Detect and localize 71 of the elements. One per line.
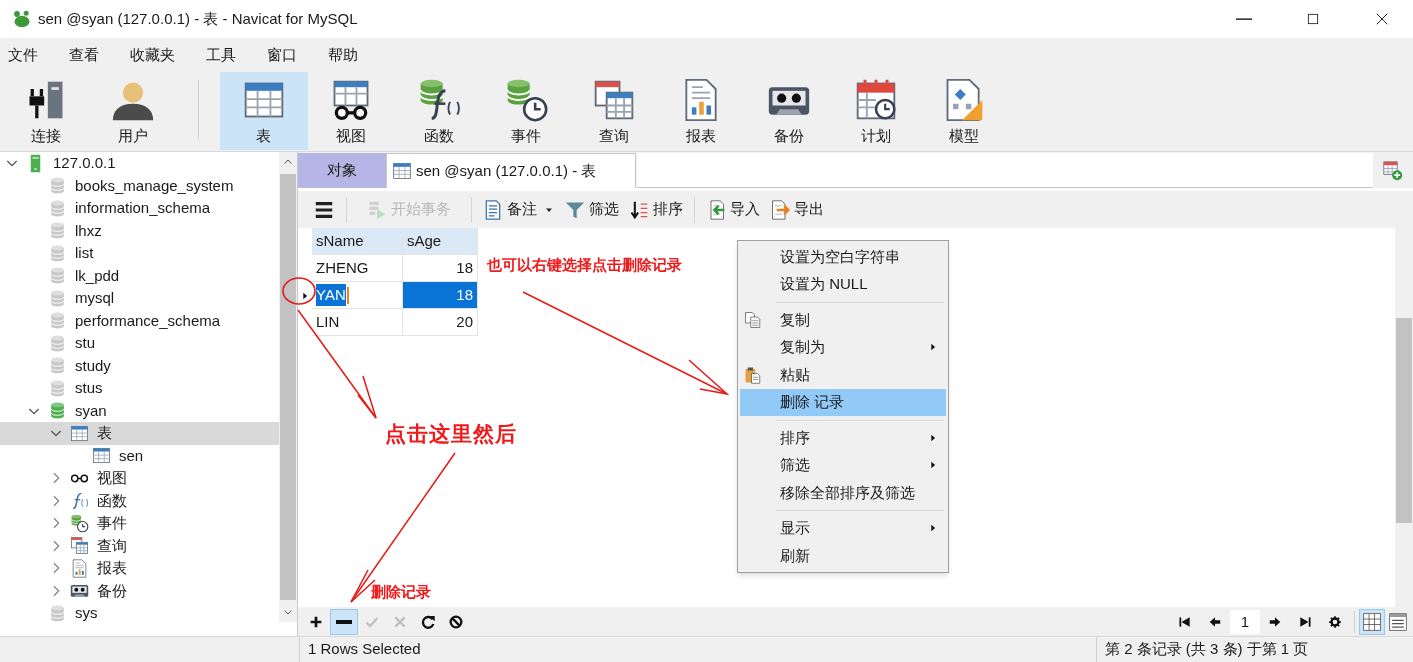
column-header[interactable]: sName: [312, 228, 403, 255]
tree-item[interactable]: 127.0.0.1: [0, 152, 279, 175]
menu-item[interactable]: 设置为空白字符串: [740, 243, 946, 271]
table-cell[interactable]: YAN: [312, 282, 403, 309]
menu-item[interactable]: 窗口: [267, 43, 297, 67]
toolbar-button[interactable]: 用户: [89, 72, 177, 150]
tree-item[interactable]: information_schema: [0, 197, 279, 220]
annotation-text: 也可以右键选择点击删除记录: [487, 255, 682, 275]
toolbar-button[interactable]: 视图: [307, 72, 395, 150]
annotation-text: 删除记录: [371, 582, 431, 602]
toolbar-button[interactable]: 导入: [701, 194, 765, 225]
toolbar-button[interactable]: 筛选: [560, 194, 624, 225]
tree-item[interactable]: lhxz: [0, 219, 279, 242]
toolbar-button[interactable]: 事件: [482, 72, 570, 150]
annotation-text: 点击这里然后: [385, 421, 517, 447]
tree-item[interactable]: list: [0, 242, 279, 265]
toolbar-button[interactable]: 报表: [657, 72, 745, 150]
tree-item[interactable]: sys: [0, 602, 279, 625]
menu-item[interactable]: 复制为: [740, 333, 946, 361]
tree-item[interactable]: 事件: [0, 512, 279, 535]
toolbar-button[interactable]: 连接: [2, 72, 90, 150]
menu-item[interactable]: 帮助: [328, 43, 358, 67]
tree-item[interactable]: performance_schema: [0, 309, 279, 332]
toolbar-button[interactable]: 导出: [765, 194, 829, 225]
tree-item[interactable]: 视图: [0, 467, 279, 490]
menu-item[interactable]: 刷新: [740, 542, 946, 570]
toolbar-button[interactable]: 查询: [570, 72, 658, 150]
menu-item[interactable]: 文件: [8, 43, 38, 67]
toolbar-button[interactable]: 备注: [478, 194, 560, 225]
table-cell[interactable]: 18: [403, 282, 478, 309]
tree-item[interactable]: 备份: [0, 579, 279, 602]
tree-item[interactable]: 报表: [0, 557, 279, 580]
tree-item[interactable]: 查询: [0, 534, 279, 557]
tree-item[interactable]: lk_pdd: [0, 264, 279, 287]
page-field[interactable]: 1: [1230, 609, 1260, 634]
tree-item[interactable]: sen: [0, 444, 279, 467]
table-cell[interactable]: 18: [403, 255, 478, 282]
menu-item[interactable]: 收藏夹: [130, 43, 175, 67]
tree-item[interactable]: mysql: [0, 287, 279, 310]
toolbar-button[interactable]: 排序: [624, 194, 688, 225]
menu-item[interactable]: 筛选: [740, 451, 946, 479]
column-header[interactable]: sAge: [403, 228, 478, 255]
window-title: sen @syan (127.0.0.1) - 表 - Navicat for MySQL: [38, 8, 358, 29]
tree-item[interactable]: 函数: [0, 489, 279, 512]
menu-item[interactable]: 显示: [740, 514, 946, 542]
toolbar-button[interactable]: 表: [220, 72, 308, 150]
table-cell[interactable]: 20: [403, 309, 478, 336]
toolbar-button[interactable]: 备份: [745, 72, 833, 150]
menu-item[interactable]: 删除 记录: [740, 388, 946, 416]
table-cell[interactable]: LIN: [312, 309, 403, 336]
menu-item[interactable]: 排序: [740, 424, 946, 452]
tree-item[interactable]: stus: [0, 377, 279, 400]
toolbar-button[interactable]: 模型: [920, 72, 1008, 150]
status-text: 1 Rows Selected: [307, 639, 422, 660]
tab[interactable]: 对象: [298, 153, 386, 188]
menu-item[interactable]: 设置为 NULL: [740, 270, 946, 298]
tree-item[interactable]: books_manage_system: [0, 174, 279, 197]
menu-item[interactable]: 复制: [740, 306, 946, 334]
table-cell[interactable]: ZHENG: [312, 255, 403, 282]
toolbar-button[interactable]: 计划: [832, 72, 920, 150]
menu-item[interactable]: 粘贴: [740, 361, 946, 389]
tree-item[interactable]: study: [0, 354, 279, 377]
menu-item[interactable]: 移除全部排序及筛选: [740, 479, 946, 507]
menu-item[interactable]: 工具: [206, 43, 236, 67]
tab[interactable]: sen @syan (127.0.0.1) - 表: [386, 153, 636, 188]
status-text: 第 2 条记录 (共 3 条) 于第 1 页: [1104, 639, 1309, 660]
toolbar-button[interactable]: 函数: [395, 72, 483, 150]
tree-item[interactable]: syan: [0, 399, 279, 422]
tree-item[interactable]: stu: [0, 332, 279, 355]
tree-item[interactable]: 表: [0, 422, 279, 445]
menu-item[interactable]: 查看: [69, 43, 99, 67]
